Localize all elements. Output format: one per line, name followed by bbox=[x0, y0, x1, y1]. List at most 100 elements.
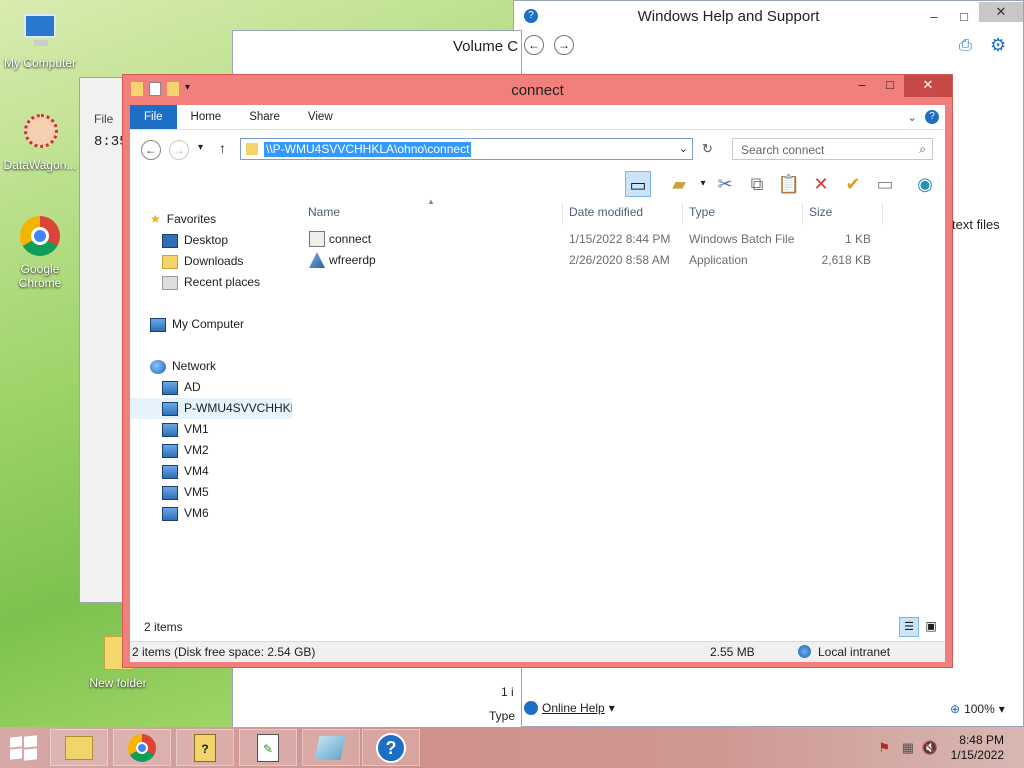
rename-icon[interactable]: ▭ bbox=[872, 171, 898, 197]
column-header-size[interactable]: Size bbox=[809, 205, 832, 225]
address-path[interactable]: \\P-WMU4SVVCHHKLA\ohno\connect bbox=[264, 142, 472, 157]
nav-network-vm4[interactable]: VM4 bbox=[162, 461, 209, 482]
back-icon[interactable]: ← bbox=[524, 35, 544, 55]
preview-pane-icon[interactable]: ▭ bbox=[625, 171, 651, 197]
nav-desktop[interactable]: Desktop bbox=[162, 230, 228, 251]
up-arrow-icon[interactable]: ↑ bbox=[219, 140, 226, 156]
taskbar-file-explorer[interactable] bbox=[50, 729, 108, 766]
nav-network[interactable]: Network bbox=[150, 356, 216, 377]
status-details: 2 items (Disk free space: 2.54 GB) bbox=[132, 645, 316, 659]
status-size: 2.55 MB bbox=[710, 645, 755, 659]
nav-network-vm2[interactable]: VM2 bbox=[162, 440, 209, 461]
windows-logo-icon bbox=[10, 736, 22, 748]
refresh-icon[interactable]: ↻ bbox=[702, 141, 713, 157]
volume-muted-icon[interactable]: 🔇 bbox=[922, 740, 938, 756]
expand-ribbon-icon[interactable]: ⌄ bbox=[907, 110, 917, 124]
menu-file[interactable]: File bbox=[94, 112, 113, 126]
chevron-down-icon[interactable]: ▾ bbox=[609, 701, 615, 715]
shell-icon[interactable]: ◉ bbox=[912, 171, 938, 197]
file-row[interactable]: wfreerdp 2/26/2020 8:58 AM Application 2… bbox=[300, 250, 945, 271]
status-bar-top: 2 items ☰ ▣ bbox=[130, 613, 945, 641]
nav-network-vm5[interactable]: VM5 bbox=[162, 482, 209, 503]
command-bar: ▭ ▰ ▾ ✂ ⧉ 📋 ✕ ✔ ▭ ◉ bbox=[130, 167, 945, 199]
nav-recent-places[interactable]: Recent places bbox=[162, 272, 260, 293]
computer-icon bbox=[162, 401, 178, 416]
taskbar-notepad[interactable] bbox=[302, 729, 360, 766]
nav-favorites[interactable]: ★ Favorites bbox=[150, 209, 216, 230]
recent-locations-icon[interactable]: ▾ bbox=[198, 142, 203, 153]
computer-icon bbox=[162, 506, 178, 521]
gear-icon[interactable]: ⚙ bbox=[990, 35, 1006, 56]
taskbar-help-and-support[interactable]: ? bbox=[362, 729, 420, 766]
tab-home[interactable]: Home bbox=[177, 105, 236, 129]
start-button[interactable] bbox=[10, 735, 38, 761]
column-header-type[interactable]: Type bbox=[689, 205, 715, 225]
tab-file[interactable]: File bbox=[130, 105, 177, 129]
search-input[interactable]: Search connect ⌕ bbox=[732, 138, 933, 160]
chevron-down-icon[interactable]: ⌄ bbox=[679, 142, 688, 155]
forward-button[interactable]: → bbox=[169, 140, 189, 160]
cut-icon[interactable]: ✂ bbox=[712, 171, 738, 197]
nav-network-p-wmu4svvchhkl[interactable]: P-WMU4SVVCHHKL bbox=[130, 398, 292, 419]
help-icon[interactable]: ? bbox=[925, 110, 939, 124]
network-status-icon[interactable]: ▦ bbox=[902, 740, 914, 756]
desktop-icon-google-chrome[interactable]: Google Chrome bbox=[0, 216, 80, 290]
column-header-date-modified[interactable]: Date modified bbox=[569, 205, 643, 225]
nav-network-vm1[interactable]: VM1 bbox=[162, 419, 209, 440]
desktop-icon-datawagon[interactable]: DataWagon... bbox=[0, 112, 80, 172]
delete-icon[interactable]: ✕ bbox=[808, 171, 834, 197]
nav-downloads[interactable]: Downloads bbox=[162, 251, 243, 272]
zoom-icon[interactable]: ⊕ bbox=[950, 702, 960, 716]
clock[interactable]: 8:48 PM 1/15/2022 bbox=[951, 733, 1004, 763]
clock-time: 8:48 PM bbox=[959, 733, 1004, 747]
close-button[interactable]: ✕ bbox=[979, 2, 1023, 22]
online-help-button[interactable]: Online Help bbox=[542, 701, 605, 715]
maximize-button[interactable]: □ bbox=[949, 9, 979, 24]
address-bar[interactable]: \\P-WMU4SVVCHHKLA\ohno\connect ⌄ bbox=[240, 138, 693, 160]
checkmark-icon[interactable]: ✔ bbox=[840, 171, 866, 197]
minimize-button[interactable]: – bbox=[919, 9, 949, 24]
tab-share[interactable]: Share bbox=[235, 105, 294, 129]
editor-icon: ✎ bbox=[257, 734, 279, 762]
nav-network-ad[interactable]: AD bbox=[162, 377, 201, 398]
nav-network-vm6[interactable]: VM6 bbox=[162, 503, 209, 524]
taskbar-chrome[interactable] bbox=[113, 729, 171, 766]
desktop-icon-my-computer[interactable]: My Computer bbox=[0, 10, 80, 70]
copy-icon[interactable]: ⧉ bbox=[744, 171, 770, 197]
zoom-level[interactable]: 100% bbox=[964, 702, 995, 716]
downloads-icon bbox=[162, 254, 178, 269]
file-explorer-icon bbox=[65, 736, 93, 760]
file-size: 2,618 KB bbox=[821, 253, 871, 267]
file-row[interactable]: connect 1/15/2022 8:44 PM Windows Batch … bbox=[300, 229, 945, 250]
search-icon[interactable]: ⌕ bbox=[919, 142, 926, 157]
notepad-icon bbox=[314, 736, 346, 760]
action-center-icon[interactable]: ⚑ bbox=[878, 740, 890, 756]
details-view-icon[interactable]: ☰ bbox=[899, 617, 919, 637]
column-header-name[interactable]: Name bbox=[308, 205, 340, 225]
maximize-button[interactable]: □ bbox=[876, 75, 904, 97]
status-bar: 2 items (Disk free space: 2.54 GB) 2.55 … bbox=[130, 641, 945, 662]
help-document-icon: ? bbox=[194, 734, 216, 762]
volume-partial-2: Type bbox=[489, 709, 516, 723]
back-button[interactable]: ← bbox=[141, 140, 161, 160]
folder-options-icon[interactable]: ▰ bbox=[666, 171, 692, 197]
taskbar: ? ✎ ? ⚑ ▦ 🔇 8:48 PM 1/15/2022 bbox=[0, 727, 1024, 768]
explorer-window[interactable]: ▾ connect – □ ✕ File Home Share View ⌄ ?… bbox=[122, 74, 953, 668]
paste-icon[interactable]: 📋 bbox=[776, 171, 802, 197]
sort-ascending-icon: ▲ bbox=[427, 197, 435, 206]
intranet-icon bbox=[798, 645, 811, 658]
nav-my-computer[interactable]: My Computer bbox=[150, 314, 244, 335]
large-icons-view-icon[interactable]: ▣ bbox=[921, 617, 941, 637]
file-size: 1 KB bbox=[844, 232, 871, 246]
application-icon bbox=[309, 252, 325, 268]
taskbar-help-properties[interactable]: ? bbox=[176, 729, 234, 766]
close-button[interactable]: ✕ bbox=[904, 75, 952, 97]
chevron-down-icon[interactable]: ▾ bbox=[999, 702, 1005, 716]
minimize-button[interactable]: – bbox=[848, 75, 876, 97]
taskbar-editor[interactable]: ✎ bbox=[239, 729, 297, 766]
window-title: connect bbox=[511, 82, 564, 99]
forward-icon[interactable]: → bbox=[554, 35, 574, 55]
globe-icon bbox=[524, 701, 538, 715]
tab-view[interactable]: View bbox=[294, 105, 347, 129]
print-icon[interactable]: ⎙ bbox=[959, 37, 972, 55]
